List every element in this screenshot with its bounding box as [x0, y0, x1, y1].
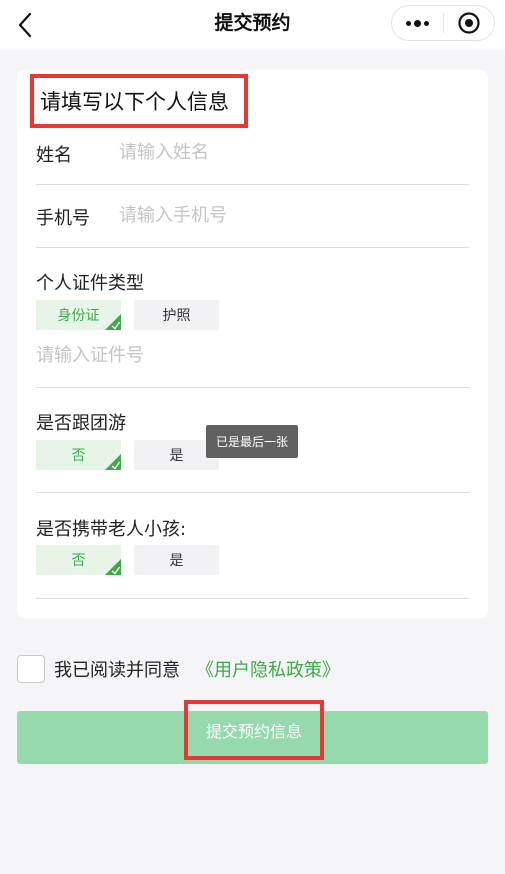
- selected-check-icon: [105, 454, 121, 470]
- elderly-kids-option-yes[interactable]: 是: [134, 545, 219, 575]
- target-circle-icon: [458, 12, 480, 34]
- toast-message: 已是最后一张: [206, 425, 298, 458]
- divider: [36, 387, 469, 388]
- more-dots-icon: [405, 19, 431, 27]
- id-type-label: 个人证件类型: [36, 273, 144, 294]
- divider: [36, 247, 469, 248]
- nav-bar: 提交预约: [0, 0, 505, 50]
- id-type-option-passport[interactable]: 护照: [134, 300, 219, 330]
- name-input[interactable]: [119, 142, 449, 163]
- submit-button-label: 提交预约信息: [205, 722, 302, 741]
- more-button[interactable]: [392, 6, 443, 40]
- name-label: 姓名: [36, 145, 72, 166]
- agree-text: 我已阅读并同意: [54, 660, 180, 681]
- close-mini-program-button[interactable]: [444, 6, 494, 40]
- phone-input[interactable]: [119, 205, 449, 226]
- agree-checkbox[interactable]: [17, 655, 45, 683]
- elderly-kids-label: 是否携带老人小孩:: [36, 519, 187, 540]
- id-type-option-id-card[interactable]: 身份证: [36, 300, 121, 330]
- divider: [36, 492, 469, 493]
- selected-check-icon: [105, 559, 121, 575]
- divider: [36, 598, 469, 599]
- menu-capsule: [391, 5, 495, 41]
- group-tour-option-no[interactable]: 否: [36, 440, 121, 470]
- elderly-kids-option-no[interactable]: 否: [36, 545, 121, 575]
- group-tour-label: 是否跟团游: [36, 413, 126, 434]
- selected-check-icon: [105, 314, 121, 330]
- divider: [36, 184, 469, 185]
- phone-label: 手机号: [36, 208, 90, 229]
- form-heading: 请填写以下个人信息: [30, 74, 248, 128]
- id-number-input[interactable]: [36, 345, 456, 366]
- submit-button-label-frame[interactable]: 提交预约信息: [184, 700, 324, 760]
- privacy-policy-link[interactable]: 《用户隐私政策》: [196, 656, 340, 682]
